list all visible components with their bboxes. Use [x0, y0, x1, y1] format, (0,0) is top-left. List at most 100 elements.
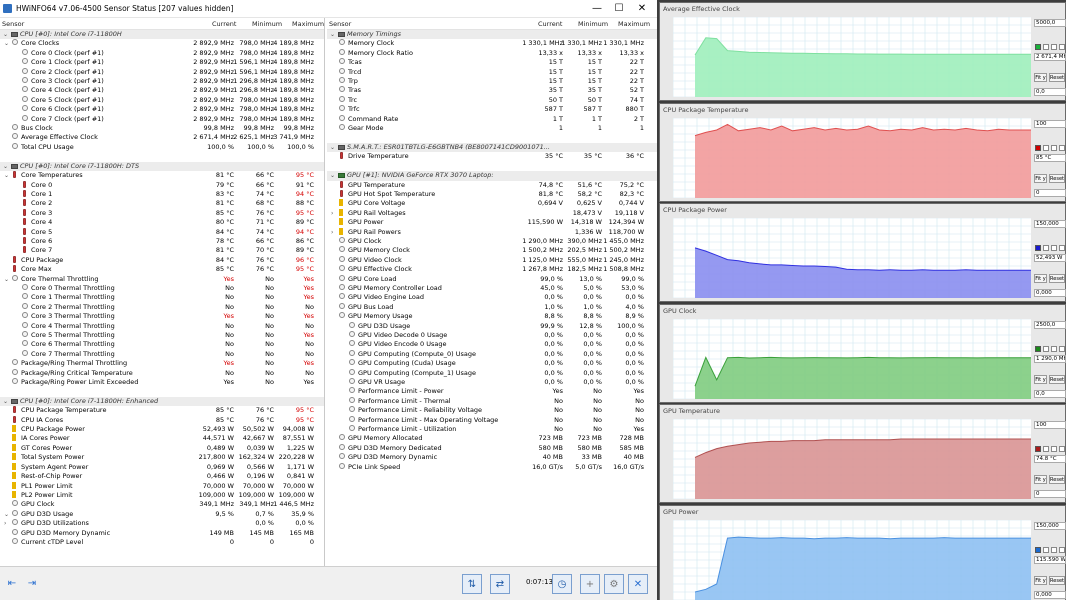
collapse-toggle[interactable]: ⌄: [330, 143, 335, 152]
sensor-row[interactable]: Core 4 80 °C 71 °C 89 °C: [0, 218, 324, 227]
sensor-row[interactable]: ⌄ Core Clocks 2 892,9 MHz 798,0 MHz 4 189,8 …: [0, 39, 324, 48]
col-minimum[interactable]: Minimum: [578, 20, 608, 28]
sensor-row[interactable]: Core 5 84 °C 74 °C 94 °C: [0, 227, 324, 237]
sensor-row[interactable]: Core 7 Clock (perf #1) 2 892,9 MHz 798,0 M…: [0, 114, 324, 124]
sensor-row[interactable]: Tcas 15 T 15 T 22 T: [327, 58, 657, 67]
sensor-row[interactable]: Rest-of-Chip Power 0,466 W 0,196 W 0,841 W: [0, 472, 324, 481]
sensor-row[interactable]: GPU D3D Memory Dynamic 149 MB 145 MB 165 MB: [0, 528, 324, 538]
sensor-row[interactable]: ⌄ Core Thermal Throttling Yes No Yes: [0, 274, 324, 284]
collapse-toggle[interactable]: ⌄: [3, 162, 8, 171]
graph-option-box[interactable]: [1043, 245, 1049, 251]
sensor-group-header[interactable]: ⌄ CPU [#0]: Intel Core i7-11800H: DTS: [0, 161, 324, 172]
reset-button[interactable]: Reset: [1049, 475, 1065, 484]
network-icon[interactable]: ⇅: [462, 574, 482, 594]
sensor-row[interactable]: Package/Ring Power Limit Exceeded Yes No Ye…: [0, 378, 324, 387]
series-color-swatch[interactable]: [1035, 245, 1041, 251]
sensor-row[interactable]: GPU Power 115,590 W 14,318 W 124,394 W: [327, 218, 657, 227]
sensor-row[interactable]: Core 3 Thermal Throttling Yes No Yes: [0, 312, 324, 321]
sensor-row[interactable]: ⌄ GPU D3D Usage 9,5 % 0,7 % 35,9 %: [0, 509, 324, 519]
sensor-row[interactable]: PL2 Power Limit 109,000 W 109,000 W 109,000…: [0, 490, 324, 500]
collapse-toggle[interactable]: ⌄: [4, 39, 9, 48]
sensor-group-header[interactable]: ⌄ CPU [#0]: Intel Core i7-11800H: Enhance…: [0, 396, 324, 407]
arrow-left-icon[interactable]: ⇤: [2, 574, 22, 594]
sensor-row[interactable]: GT Cores Power 0,489 W 0,039 W 1,225 W: [0, 443, 324, 453]
sensor-row[interactable]: Performance Limit - Reliability Voltage N…: [327, 406, 657, 415]
sensor-row[interactable]: GPU Hot Spot Temperature 81,8 °C 58,2 °C 82…: [327, 189, 657, 199]
sensor-row[interactable]: Gear Mode 1 1 1: [327, 124, 657, 133]
sensor-row[interactable]: GPU Clock 1 290,0 MHz 390,0 MHz 1 455,0 MHz: [327, 236, 657, 246]
graph-option-box[interactable]: [1059, 446, 1065, 452]
sensor-row[interactable]: GPU Video Decode 0 Usage 0,0 % 0,0 % 0,0 %: [327, 331, 657, 340]
sensor-row[interactable]: Drive Temperature 35 °C 35 °C 36 °C: [327, 152, 657, 161]
sensor-row[interactable]: Core 0 79 °C 66 °C 91 °C: [0, 180, 324, 190]
sensor-row[interactable]: GPU Video Encode 0 Usage 0,0 % 0,0 % 0,0 %: [327, 340, 657, 349]
sensor-row[interactable]: GPU Memory Allocated 723 MB 723 MB 728 MB: [327, 434, 657, 443]
sensor-row[interactable]: Core 7 Thermal Throttling No No No: [0, 349, 324, 359]
series-color-swatch[interactable]: [1035, 345, 1041, 352]
sensor-row[interactable]: Total System Power 217,800 W 162,324 W 220,…: [0, 453, 324, 462]
title-bar[interactable]: HWiNFO64 v7.06-4500 Sensor Status [207 v…: [0, 0, 657, 18]
sensor-row[interactable]: IA Cores Power 44,571 W 42,667 W 87,551 W: [0, 434, 324, 443]
sensor-row[interactable]: Core 4 Clock (perf #1) 2 892,9 MHz 1 296,8…: [0, 86, 324, 95]
sensors-icon[interactable]: ⇄: [490, 574, 510, 594]
graph-option-box[interactable]: [1043, 546, 1049, 553]
collapse-toggle[interactable]: ⌄: [330, 171, 335, 180]
expand-toggle[interactable]: ›: [331, 228, 333, 237]
sensor-row[interactable]: Performance Limit - Max Operating Voltag…: [327, 415, 657, 425]
graph-option-box[interactable]: [1059, 345, 1065, 352]
reset-button[interactable]: Reset: [1049, 173, 1065, 183]
col-sensor[interactable]: Sensor: [329, 20, 351, 28]
graph-plot[interactable]: [673, 117, 1031, 198]
sensor-row[interactable]: CPU Package Power 52,493 W 50,502 W 94,008 …: [0, 425, 324, 434]
sensor-row[interactable]: GPU Computing (Compute_1) Usage 0,0 % 0,0 …: [327, 368, 657, 378]
graph-option-box[interactable]: [1051, 546, 1057, 553]
graph-option-box[interactable]: [1059, 44, 1065, 50]
sensor-row[interactable]: Core 6 78 °C 66 °C 86 °C: [0, 236, 324, 246]
sensor-row[interactable]: GPU Video Clock 1 125,0 MHz 555,0 MHz 1 245…: [327, 255, 657, 265]
sensor-row[interactable]: Core 2 81 °C 68 °C 88 °C: [0, 199, 324, 208]
graph-option-box[interactable]: [1051, 144, 1057, 151]
fit-y-button[interactable]: Fit y: [1034, 274, 1047, 283]
graph-plot[interactable]: [673, 419, 1031, 499]
sensor-row[interactable]: GPU VR Usage 0,0 % 0,0 % 0,0 %: [327, 378, 657, 387]
graph-option-box[interactable]: [1043, 446, 1049, 452]
sensor-row[interactable]: Core 0 Thermal Throttling No No Yes: [0, 283, 324, 293]
collapse-toggle[interactable]: ⌄: [3, 30, 8, 39]
graph-plot[interactable]: [673, 318, 1031, 399]
sensor-group-header[interactable]: ⌄ CPU [#0]: Intel Core i7-11800H: [0, 30, 324, 40]
sensor-row[interactable]: GPU Memory Controller Load 45,0 % 5,0 % 53,…: [327, 283, 657, 293]
sensor-row[interactable]: Memory Clock Ratio 13,33 x 13,33 x 13,33 x: [327, 48, 657, 58]
close-icon[interactable]: ✕: [628, 574, 648, 594]
sensor-row[interactable]: GPU D3D Memory Dedicated 580 MB 580 MB 585 …: [327, 443, 657, 453]
sensor-group-header[interactable]: ⌄ S.M.A.R.T.: ESR01TBTLG-E6GBTNB4 (BE8007…: [327, 142, 657, 153]
sensor-row[interactable]: ⌄ Core Temperatures 81 °C 66 °C 95 °C: [0, 171, 324, 180]
sensor-row[interactable]: › GPU Rail Powers 1,336 W 118,700 W: [327, 227, 657, 237]
graph-plot[interactable]: [673, 218, 1031, 298]
sensor-row[interactable]: Package/Ring Critical Temperature No No No: [0, 368, 324, 378]
col-minimum[interactable]: Minimum: [252, 20, 282, 28]
col-current[interactable]: Current: [212, 20, 236, 28]
sensor-row[interactable]: Trp 15 T 15 T 22 T: [327, 77, 657, 86]
sensor-row[interactable]: PL1 Power Limit 70,000 W 70,000 W 70,000 W: [0, 481, 324, 491]
collapse-toggle[interactable]: ⌄: [4, 275, 9, 284]
graph-option-box[interactable]: [1059, 546, 1065, 553]
graph-option-box[interactable]: [1043, 345, 1049, 352]
sensor-group-header[interactable]: ⌄ Memory Timings: [327, 30, 657, 40]
sensor-row[interactable]: PCIe Link Speed 16,0 GT/s 5,0 GT/s 16,0 GT/…: [327, 462, 657, 472]
sensor-row[interactable]: Command Rate 1 T 1 T 2 T: [327, 114, 657, 124]
settings-icon[interactable]: ⚙: [604, 574, 624, 594]
fit-y-button[interactable]: Fit y: [1034, 475, 1047, 484]
reset-button[interactable]: Reset: [1049, 374, 1065, 384]
arrow-right-icon[interactable]: ⇥: [22, 574, 42, 594]
sensor-row[interactable]: GPU Temperature 74,8 °C 51,6 °C 75,2 °C: [327, 180, 657, 190]
sensor-row[interactable]: GPU Effective Clock 1 267,8 MHz 182,5 MHz 1…: [327, 265, 657, 274]
sensor-group-header[interactable]: ⌄ GPU [#1]: NVIDIA GeForce RTX 3070 Lapto…: [327, 171, 657, 181]
expand-toggle[interactable]: ›: [331, 209, 333, 218]
clock-icon[interactable]: ◷: [552, 574, 572, 594]
graph-option-box[interactable]: [1059, 144, 1065, 151]
sensor-row[interactable]: Core 5 Clock (perf #1) 2 892,9 MHz 798,0 M…: [0, 95, 324, 105]
sensor-row[interactable]: Core 2 Clock (perf #1) 2 892,9 MHz 1 596,1…: [0, 67, 324, 77]
sensor-row[interactable]: Performance Limit - Power Yes No Yes: [327, 387, 657, 396]
sensor-row[interactable]: GPU Video Engine Load 0,0 % 0,0 % 0,0 %: [327, 293, 657, 302]
fit-y-button[interactable]: Fit y: [1034, 374, 1047, 384]
